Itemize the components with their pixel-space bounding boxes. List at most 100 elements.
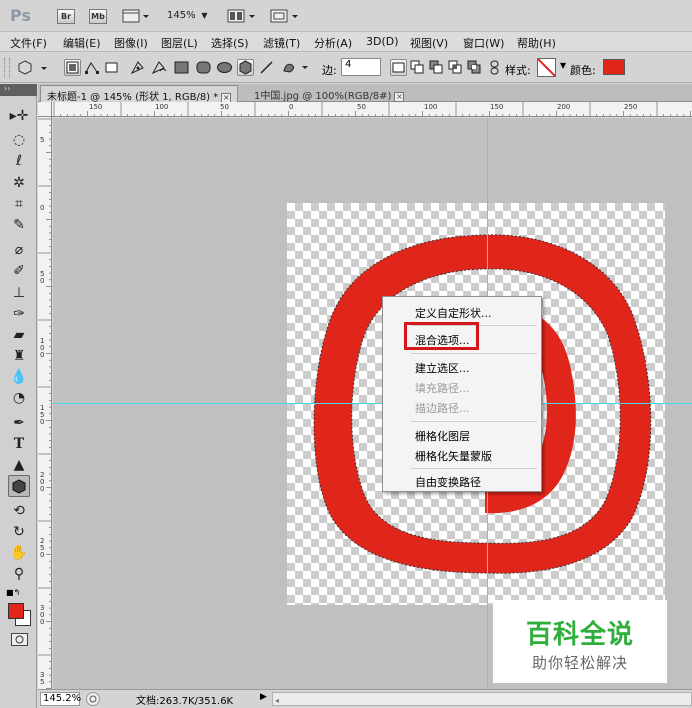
lasso-icon: ℓ <box>16 153 22 169</box>
history-brush-tool[interactable]: ✑ <box>8 303 30 325</box>
tab-china-jpg[interactable]: 1中国.jpg @ 100%(RGB/8#) × <box>248 85 410 102</box>
menu-select[interactable]: 选择(S) <box>211 35 249 51</box>
pen-tool[interactable]: ✒ <box>8 412 30 434</box>
menu-filter[interactable]: 滤镜(T) <box>263 35 300 51</box>
mini-bridge-button[interactable]: Mb <box>89 9 107 24</box>
shape-layers-button[interactable] <box>64 59 81 76</box>
menu-edit[interactable]: 编辑(E) <box>63 35 101 51</box>
close-icon[interactable]: × <box>394 92 405 102</box>
view-extras-dropdown[interactable] <box>122 9 150 27</box>
horizontal-scrollbar[interactable]: ◂ <box>272 692 692 706</box>
3d-orbit-tool[interactable]: ↻ <box>8 521 30 543</box>
brush-tool[interactable]: ✐ <box>8 260 30 282</box>
menu-3d[interactable]: 3D(D) <box>366 35 399 48</box>
zoom-field[interactable]: 145.2% <box>40 692 81 706</box>
style-picker[interactable] <box>537 58 556 77</box>
hand-icon: ✋ <box>10 545 28 561</box>
pen-tool-option[interactable] <box>129 59 146 76</box>
ruler-label: 50 <box>357 103 366 111</box>
menu-item-rasterize-vector-mask[interactable]: 栅格化矢量蒙版 <box>415 448 492 464</box>
horizontal-ruler[interactable]: 150 100 50 0 50 100 150 200 250 <box>52 102 692 117</box>
zoom-tool[interactable]: ⚲ <box>8 563 30 585</box>
screen-mode-dropdown[interactable] <box>270 9 300 27</box>
color-swatch[interactable] <box>603 59 625 75</box>
menu-file[interactable]: 文件(F) <box>10 35 47 51</box>
line-option[interactable] <box>258 59 275 76</box>
arrange-documents-dropdown[interactable] <box>227 9 257 27</box>
menu-item-define-custom-shape[interactable]: 定义自定形状... <box>415 305 492 321</box>
fill-pixels-button[interactable] <box>103 59 120 76</box>
menu-image[interactable]: 图像(I) <box>114 35 148 51</box>
ruler-label: 5 <box>40 136 45 144</box>
hand-tool[interactable]: ✋ <box>8 542 30 564</box>
ellipse-option[interactable] <box>216 59 233 76</box>
custom-shape-option[interactable] <box>280 59 308 76</box>
menu-analysis[interactable]: 分析(A) <box>314 35 352 51</box>
bridge-button[interactable]: Br <box>57 9 75 24</box>
freeform-pen-icon <box>151 61 167 75</box>
menu-view[interactable]: 视图(V) <box>410 35 448 51</box>
foreground-color-swatch[interactable] <box>8 603 24 619</box>
scroll-left-icon[interactable]: ◂ <box>273 696 279 705</box>
default-colors-icon[interactable]: ■↰ <box>6 588 20 597</box>
freeform-pen-option[interactable] <box>150 59 167 76</box>
add-to-shape-button[interactable] <box>409 59 426 76</box>
tools-panel-header[interactable]: ›› <box>0 84 37 96</box>
menu-window[interactable]: 窗口(W) <box>463 35 504 51</box>
exclude-shape-button[interactable] <box>466 59 483 76</box>
new-shape-layer-button[interactable] <box>390 59 407 76</box>
polygon-option[interactable] <box>237 59 254 76</box>
line-icon <box>260 61 273 74</box>
intersect-shape-button[interactable] <box>447 59 464 76</box>
watermark-title: 百科全说 <box>525 620 634 650</box>
type-tool[interactable]: T <box>8 433 30 455</box>
magic-wand-tool[interactable]: ✲ <box>8 172 30 194</box>
marquee-tool[interactable]: ◌ <box>8 129 30 151</box>
status-info-button[interactable] <box>86 692 100 706</box>
ruler-label: 0 <box>40 204 45 212</box>
menu-item-rasterize-layer[interactable]: 栅格化图层 <box>415 428 470 444</box>
menu-item-free-transform-path[interactable]: 自由变换路径 <box>415 474 481 490</box>
menu-separator <box>411 468 537 469</box>
dodge-tool[interactable]: ◔ <box>8 387 30 409</box>
vertical-ruler[interactable]: 5 0 5 0 1 0 0 1 5 0 2 0 0 2 5 0 3 0 0 3 … <box>38 117 52 689</box>
healing-brush-tool[interactable]: ⌀ <box>8 239 30 261</box>
link-button[interactable] <box>488 59 505 76</box>
marquee-icon: ◌ <box>12 132 26 148</box>
blur-tool[interactable]: 💧 <box>8 366 30 388</box>
move-tool[interactable]: ▸✛ <box>8 105 30 127</box>
menu-help[interactable]: 帮助(H) <box>517 35 556 51</box>
add-area-icon <box>410 60 424 74</box>
subtract-shape-button[interactable] <box>428 59 445 76</box>
path-selection-tool[interactable]: ▲ <box>8 454 30 476</box>
horizontal-guide[interactable] <box>53 403 692 404</box>
zoom-level-dropdown[interactable]: 145% ▼ <box>167 10 207 21</box>
eraser-icon: ▰ <box>13 327 25 343</box>
3d-rotate-tool[interactable]: ⟲ <box>8 500 30 522</box>
tool-preset-picker[interactable] <box>17 59 51 80</box>
paint-bucket-tool[interactable]: ♜ <box>8 345 30 367</box>
ruler-label: 250 <box>624 103 638 111</box>
quick-mask-icon <box>15 635 24 644</box>
rectangle-shape-option[interactable] <box>173 59 190 76</box>
edge-count-input[interactable]: 4 <box>341 58 381 76</box>
status-menu-arrow[interactable]: ▶ <box>260 692 267 702</box>
menu-layer[interactable]: 图层(L) <box>161 35 198 51</box>
clone-stamp-tool[interactable]: ⊥ <box>8 282 30 304</box>
options-grip[interactable] <box>4 58 10 78</box>
quick-mask-button[interactable] <box>11 633 28 646</box>
tab-untitled-1[interactable]: 未标题-1 @ 145% (形状 1, RGB/8) * × <box>40 85 239 103</box>
ruler-origin[interactable] <box>38 102 52 117</box>
rounded-rectangle-option[interactable] <box>195 59 212 76</box>
3d-orbit-icon: ↻ <box>13 524 25 540</box>
eyedropper-tool[interactable]: ✎ <box>8 214 30 236</box>
eraser-tool[interactable]: ▰ <box>8 324 30 346</box>
lasso-tool[interactable]: ℓ <box>8 150 30 172</box>
paths-button[interactable] <box>83 59 100 76</box>
crop-tool[interactable]: ⌗ <box>8 193 30 215</box>
menu-item-make-selection[interactable]: 建立选区... <box>415 360 470 376</box>
magic-wand-icon: ✲ <box>13 175 25 191</box>
menu-item-stroke-path: 描边路径... <box>415 402 470 415</box>
shape-tool[interactable] <box>8 475 30 497</box>
chevron-down-icon[interactable]: ▼ <box>560 61 566 70</box>
